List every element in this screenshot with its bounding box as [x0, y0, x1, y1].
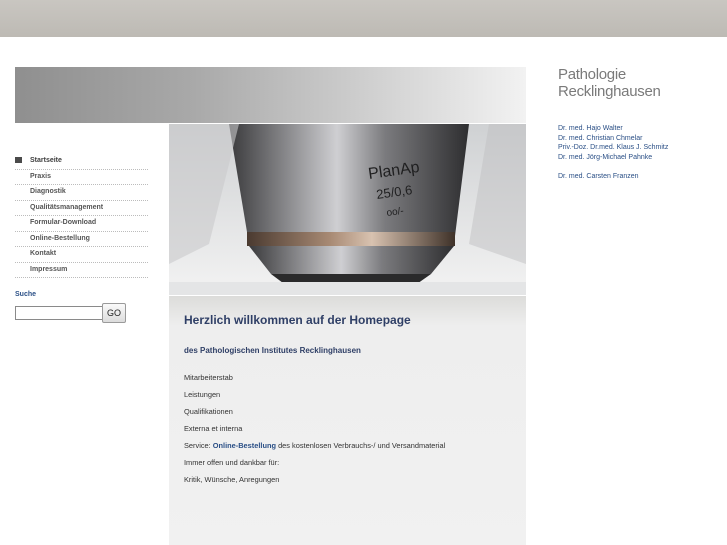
nav-item-formular-download[interactable]: Formular-Download: [15, 216, 148, 232]
nav-item-diagnostik[interactable]: Diagnostik: [15, 185, 148, 201]
doctor-name: Dr. med. Christian Chmelar: [558, 134, 643, 142]
search-input[interactable]: [15, 306, 105, 320]
intro-line: Kritik, Wünsche, Anregungen: [184, 475, 280, 484]
nav-item-praxis[interactable]: Praxis: [15, 170, 148, 185]
top-bar: [0, 0, 727, 37]
doctor-name: Dr. med. Jörg-Michael Pahnke: [558, 153, 653, 161]
nav-item-online-bestellung[interactable]: Online-Bestellung: [15, 232, 148, 247]
service-prefix: Service:: [184, 441, 213, 450]
nav-item-label: Online-Bestellung: [30, 234, 90, 242]
nav-bullet-icon: [15, 157, 22, 163]
intro-line: Immer offen und dankbar für:: [184, 458, 280, 467]
nav-item-startseite[interactable]: Startseite: [15, 154, 148, 170]
nav-item-label: Praxis: [30, 172, 52, 180]
hero-image-microscope: PlanAp 25/0,6 oo/-: [169, 124, 526, 295]
nav-item-label: Impressum: [30, 265, 68, 273]
doctor-name: Dr. med. Carsten Franzen: [558, 172, 639, 180]
intro-line: Mitarbeiterstab: [184, 373, 233, 382]
nav-item-impressum[interactable]: Impressum: [15, 263, 148, 278]
sidebar-nav: Startseite Praxis Diagnostik Qualitätsma…: [15, 154, 148, 278]
doctor-list: Dr. med. Hajo Walter Dr. med. Christian …: [558, 124, 668, 182]
nav-item-label: Qualitätsmanagement: [30, 203, 104, 211]
intro-line: Externa et interna: [184, 424, 243, 433]
site-title-line1: Pathologie: [558, 66, 626, 83]
intro-line: Leistungen: [184, 390, 221, 399]
microscope-objective-illustration: PlanAp 25/0,6 oo/-: [169, 124, 526, 295]
page-subtitle: des Pathologischen Institutes Recklingha…: [184, 346, 361, 355]
main-content: Herzlich willkommen auf der Homepage des…: [169, 296, 526, 545]
nav-item-label: Startseite: [30, 157, 62, 164]
intro-list: Mitarbeiterstab Leistungen Qualifikation…: [184, 373, 524, 492]
nav-item-label: Diagnostik: [30, 188, 66, 195]
nav-item-label: Formular-Download: [30, 219, 97, 226]
service-suffix: des kostenlosen Verbrauchs-/ und Versand…: [276, 441, 446, 450]
site-title: Pathologie Recklinghausen: [558, 66, 661, 100]
nav-item-label: Kontakt: [30, 250, 57, 257]
search-go-button[interactable]: GO: [102, 303, 126, 323]
nav-item-qualitaetsmanagement[interactable]: Qualitätsmanagement: [15, 201, 148, 216]
nav-item-kontakt[interactable]: Kontakt: [15, 247, 148, 263]
service-line: Service: Online-Bestellung des kostenlos…: [184, 441, 524, 458]
doctor-name: Priv.-Doz. Dr.med. Klaus J. Schmitz: [558, 144, 669, 152]
doctor-name: Dr. med. Hajo Walter: [558, 125, 623, 132]
search-label: Suche: [15, 291, 37, 298]
page-title: Herzlich willkommen auf der Homepage: [184, 313, 411, 327]
intro-line: Qualifikationen: [184, 407, 233, 416]
online-bestellung-link[interactable]: Online-Bestellung: [213, 441, 276, 450]
header-banner: [15, 67, 526, 123]
site-title-line2: Recklinghausen: [558, 83, 661, 100]
